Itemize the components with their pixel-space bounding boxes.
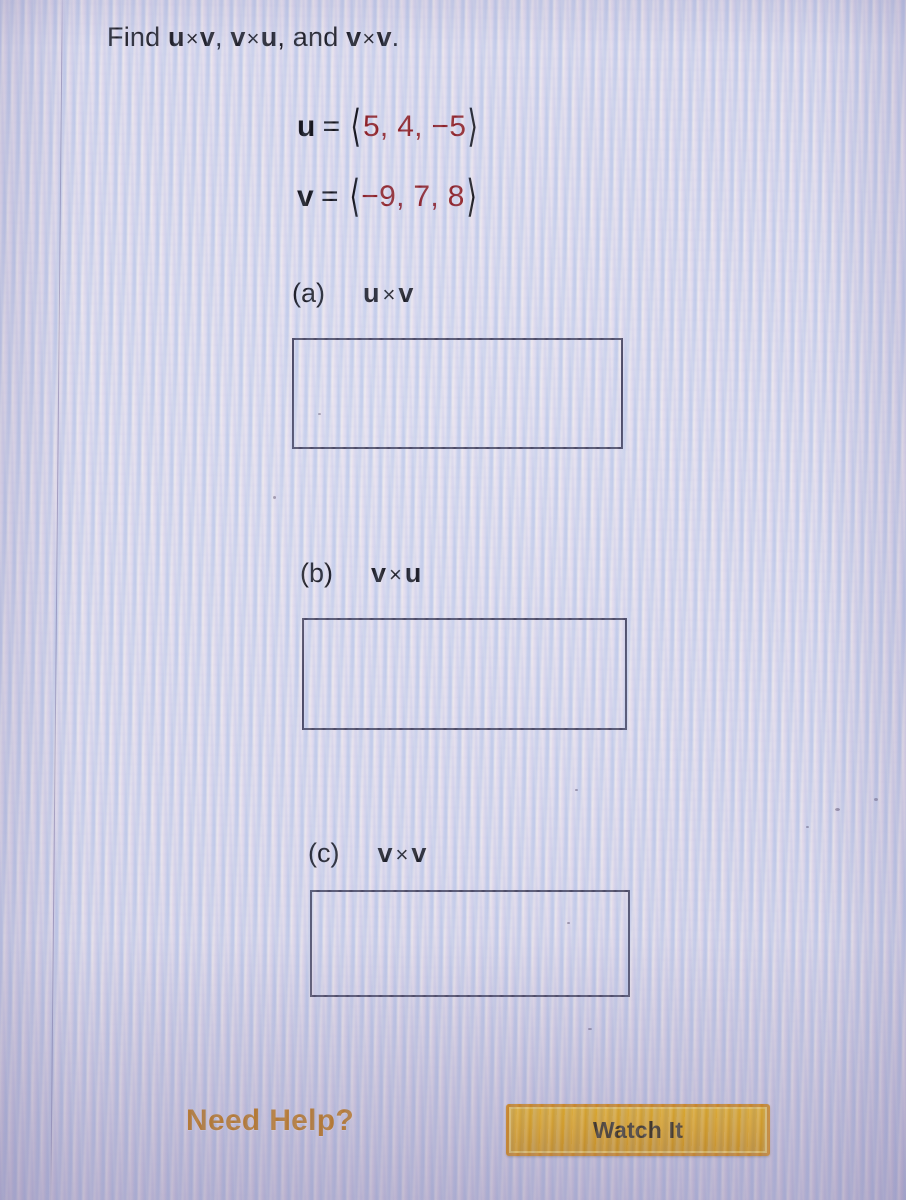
- prompt-expr2-operand-a: v: [230, 22, 246, 52]
- prompt-expr3-operand-b: v: [376, 22, 392, 52]
- watch-it-button-label: Watch It: [592, 1116, 684, 1143]
- part-c-operand-b: v: [411, 838, 428, 868]
- part-a-operand-a: u: [363, 278, 381, 308]
- part-c-tag: (c): [308, 838, 340, 868]
- part-a-operand-b: v: [398, 278, 415, 308]
- part-b-tag: (b): [300, 558, 333, 588]
- part-c-label: (c) v×v: [308, 838, 427, 869]
- part-a-operator: ×: [382, 282, 397, 307]
- part-b-label: (b) v×u: [300, 558, 422, 589]
- prompt-period: .: [391, 22, 400, 52]
- prompt-expr2-operator: ×: [246, 26, 260, 51]
- vector-u-name: u: [297, 110, 316, 143]
- vector-v-name: v: [297, 180, 314, 213]
- prompt-expr1-operand-b: v: [199, 22, 216, 52]
- prompt-expr1-operator: ×: [185, 26, 199, 51]
- vector-v-components: −9, 7, 8: [361, 180, 465, 213]
- prompt-separator-1: ,: [215, 22, 223, 52]
- part-a-expression: u×v: [363, 278, 414, 308]
- vector-v-equals: =: [321, 180, 339, 213]
- part-a-label: (a) u×v: [292, 278, 414, 309]
- vector-definition-u: u = ⟨5, 4, −5⟩: [297, 102, 479, 151]
- part-c-expression: v×v: [377, 838, 427, 868]
- part-b-operator: ×: [389, 562, 403, 587]
- answer-input-a[interactable]: [292, 338, 623, 449]
- answer-input-c[interactable]: [310, 890, 630, 997]
- part-b-operand-a: v: [371, 558, 388, 588]
- vector-definition-v: v = ⟨−9, 7, 8⟩: [297, 172, 477, 221]
- watch-it-button[interactable]: Watch It: [506, 1104, 770, 1156]
- part-a-tag: (a): [292, 278, 325, 308]
- part-c-operator: ×: [395, 842, 410, 867]
- vector-u-equals: =: [322, 110, 341, 143]
- part-b-expression: v×u: [371, 558, 422, 588]
- prompt-expr3-operand-a: v: [346, 22, 362, 52]
- answer-input-b[interactable]: [302, 618, 627, 730]
- prompt-expr2-operand-b: u: [260, 22, 278, 52]
- part-b-operand-b: u: [404, 558, 423, 588]
- prompt-lead: Find: [107, 22, 161, 52]
- vector-u-components: 5, 4, −5: [362, 110, 467, 143]
- part-c-operand-a: v: [377, 838, 394, 868]
- need-help-label: Need Help?: [186, 1104, 355, 1137]
- problem-prompt: Find u×v, v×u, and v×v.: [107, 22, 399, 53]
- prompt-expr3-operator: ×: [362, 26, 376, 51]
- problem-screenshot: Find u×v, v×u, and v×v. u = ⟨5, 4, −5⟩ v = ⟨…: [0, 0, 906, 1200]
- prompt-expr1-operand-a: u: [168, 22, 185, 52]
- prompt-separator-2: , and: [277, 22, 339, 52]
